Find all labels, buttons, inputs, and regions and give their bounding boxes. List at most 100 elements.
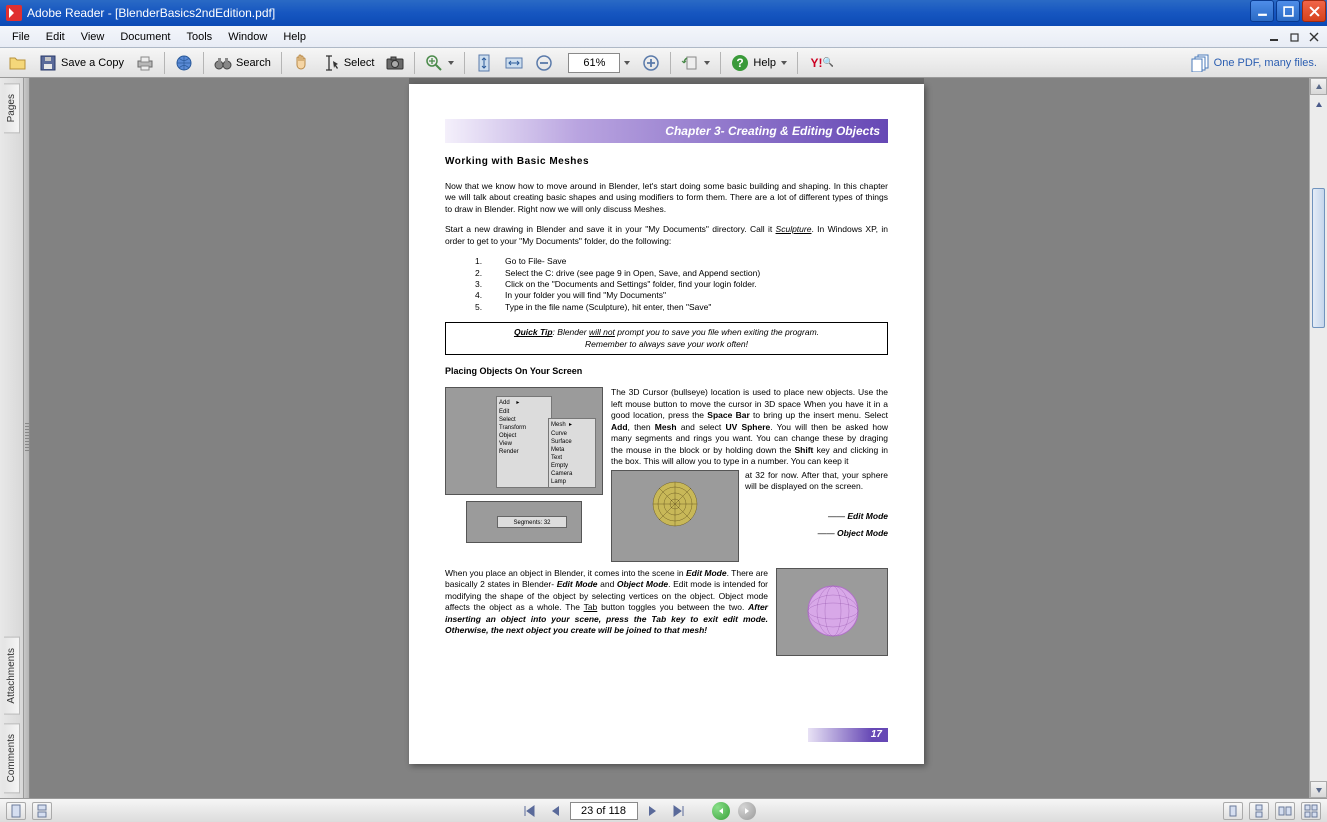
- tip-box: Quick Tip: Blender will not prompt you t…: [445, 322, 888, 355]
- rotate-icon: [681, 54, 699, 72]
- menu-document[interactable]: Document: [112, 28, 178, 46]
- layout-facing-button[interactable]: [1275, 802, 1295, 820]
- separator: [464, 52, 465, 74]
- sub-heading: Placing Objects On Your Screen: [445, 365, 888, 377]
- sidebar-tab-attachments[interactable]: Attachments: [4, 637, 20, 715]
- document-viewport[interactable]: Chapter 3- Creating & Editing Objects Wo…: [24, 78, 1309, 798]
- create-pdf-button[interactable]: One PDF, many files.: [1185, 51, 1323, 75]
- yahoo-button[interactable]: Y!🔍: [803, 50, 841, 76]
- zoom-in-icon: [425, 54, 443, 72]
- menu-help[interactable]: Help: [275, 28, 314, 46]
- next-page-button[interactable]: [642, 801, 664, 821]
- figure-sphere-object: [776, 568, 888, 656]
- sidebar-tab-pages[interactable]: Pages: [4, 83, 20, 133]
- fit-page-button[interactable]: [470, 50, 498, 76]
- menu-view[interactable]: View: [73, 28, 113, 46]
- window-titlebar: Adobe Reader - [BlenderBasics2ndEdition.…: [0, 0, 1327, 26]
- folder-open-icon: [9, 54, 27, 72]
- print-button[interactable]: [131, 50, 159, 76]
- numbered-list: 1.Go to File- Save 2.Select the C: drive…: [475, 256, 888, 313]
- zoom-out-button[interactable]: [530, 50, 558, 76]
- email-button[interactable]: [170, 50, 198, 76]
- scroll-thumb[interactable]: [1312, 188, 1325, 328]
- sidebar-tab-comments[interactable]: Comments: [4, 723, 20, 793]
- mdi-minimize-button[interactable]: [1265, 29, 1283, 45]
- zoom-level-input[interactable]: [568, 53, 620, 73]
- statusbar: [0, 798, 1327, 822]
- vertical-scrollbar[interactable]: [1309, 78, 1327, 798]
- single-page-layout-button[interactable]: [6, 802, 26, 820]
- back-view-button[interactable]: [710, 801, 732, 821]
- help-button[interactable]: ? Help: [726, 50, 792, 76]
- separator: [164, 52, 165, 74]
- scroll-down-button[interactable]: [1310, 781, 1327, 798]
- sidebar: Pages Attachments Comments: [0, 78, 24, 798]
- mdi-close-button[interactable]: [1305, 29, 1323, 45]
- layout-continuous-facing-button[interactable]: [1301, 802, 1321, 820]
- last-page-button[interactable]: [668, 801, 690, 821]
- save-copy-button[interactable]: Save a Copy: [34, 50, 129, 76]
- separator: [797, 52, 798, 74]
- separator: [203, 52, 204, 74]
- maximize-button[interactable]: [1276, 0, 1300, 22]
- menu-file[interactable]: File: [4, 28, 38, 46]
- svg-text:?: ?: [737, 56, 744, 70]
- mdi-restore-button[interactable]: [1285, 29, 1303, 45]
- globe-icon: [175, 54, 193, 72]
- zoom-in2-button[interactable]: [637, 50, 665, 76]
- menu-tools[interactable]: Tools: [179, 28, 221, 46]
- document-page: Chapter 3- Creating & Editing Objects Wo…: [409, 84, 924, 764]
- menu-window[interactable]: Window: [220, 28, 275, 46]
- forward-view-button[interactable]: [736, 801, 758, 821]
- separator: [281, 52, 282, 74]
- hand-icon: [292, 54, 310, 72]
- page-number: 17: [808, 728, 888, 742]
- separator: [670, 52, 671, 74]
- figure-menu: Add ▸EditSelectTransformObjectViewRender…: [445, 387, 603, 495]
- save-copy-label: Save a Copy: [61, 57, 124, 69]
- help-label: Help: [753, 57, 776, 69]
- first-page-button[interactable]: [518, 801, 540, 821]
- prev-page-button[interactable]: [544, 801, 566, 821]
- help-icon: ?: [731, 54, 749, 72]
- toolbar: Save a Copy Search Select ? Help Y!🔍 One…: [0, 48, 1327, 78]
- layout-single-button[interactable]: [1223, 802, 1243, 820]
- menubar: File Edit View Document Tools Window Hel…: [0, 26, 1327, 48]
- yahoo-icon: Y!🔍: [808, 54, 836, 72]
- chevron-down-icon: [623, 61, 630, 65]
- search-button[interactable]: Search: [209, 50, 276, 76]
- minimize-button[interactable]: [1250, 0, 1274, 22]
- separator: [720, 52, 721, 74]
- select-label: Select: [344, 57, 375, 69]
- select-tool-button[interactable]: Select: [317, 50, 380, 76]
- text-select-icon: [322, 54, 340, 72]
- layout-continuous-button[interactable]: [1249, 802, 1269, 820]
- paragraph: Now that we know how to move around in B…: [445, 181, 888, 215]
- figure-segments: Segments: 32: [466, 501, 582, 543]
- zoom-dropdown[interactable]: [622, 57, 635, 69]
- page-number-input[interactable]: [570, 802, 638, 820]
- scroll-page-up[interactable]: [1310, 96, 1327, 113]
- scroll-up-button[interactable]: [1310, 78, 1327, 95]
- back-arrow-icon: [712, 802, 730, 820]
- continuous-layout-button[interactable]: [32, 802, 52, 820]
- close-button[interactable]: [1302, 0, 1326, 22]
- separator: [414, 52, 415, 74]
- printer-icon: [136, 54, 154, 72]
- menu-edit[interactable]: Edit: [38, 28, 73, 46]
- main-content: Pages Attachments Comments Chapter 3- Cr…: [0, 78, 1327, 798]
- chevron-down-icon: [447, 61, 454, 65]
- pdf-stack-icon: [1191, 54, 1209, 72]
- chevron-down-icon: [780, 61, 787, 65]
- fit-width-button[interactable]: [500, 50, 528, 76]
- fit-page-icon: [475, 54, 493, 72]
- hand-tool-button[interactable]: [287, 50, 315, 76]
- rotate-button[interactable]: [676, 50, 715, 76]
- open-button[interactable]: [4, 50, 32, 76]
- splitter-handle[interactable]: [24, 78, 30, 798]
- chapter-banner: Chapter 3- Creating & Editing Objects: [445, 119, 888, 143]
- zoom-in-button[interactable]: [420, 50, 459, 76]
- plus-circle-icon: [642, 54, 660, 72]
- snapshot-button[interactable]: [381, 50, 409, 76]
- chevron-down-icon: [703, 61, 710, 65]
